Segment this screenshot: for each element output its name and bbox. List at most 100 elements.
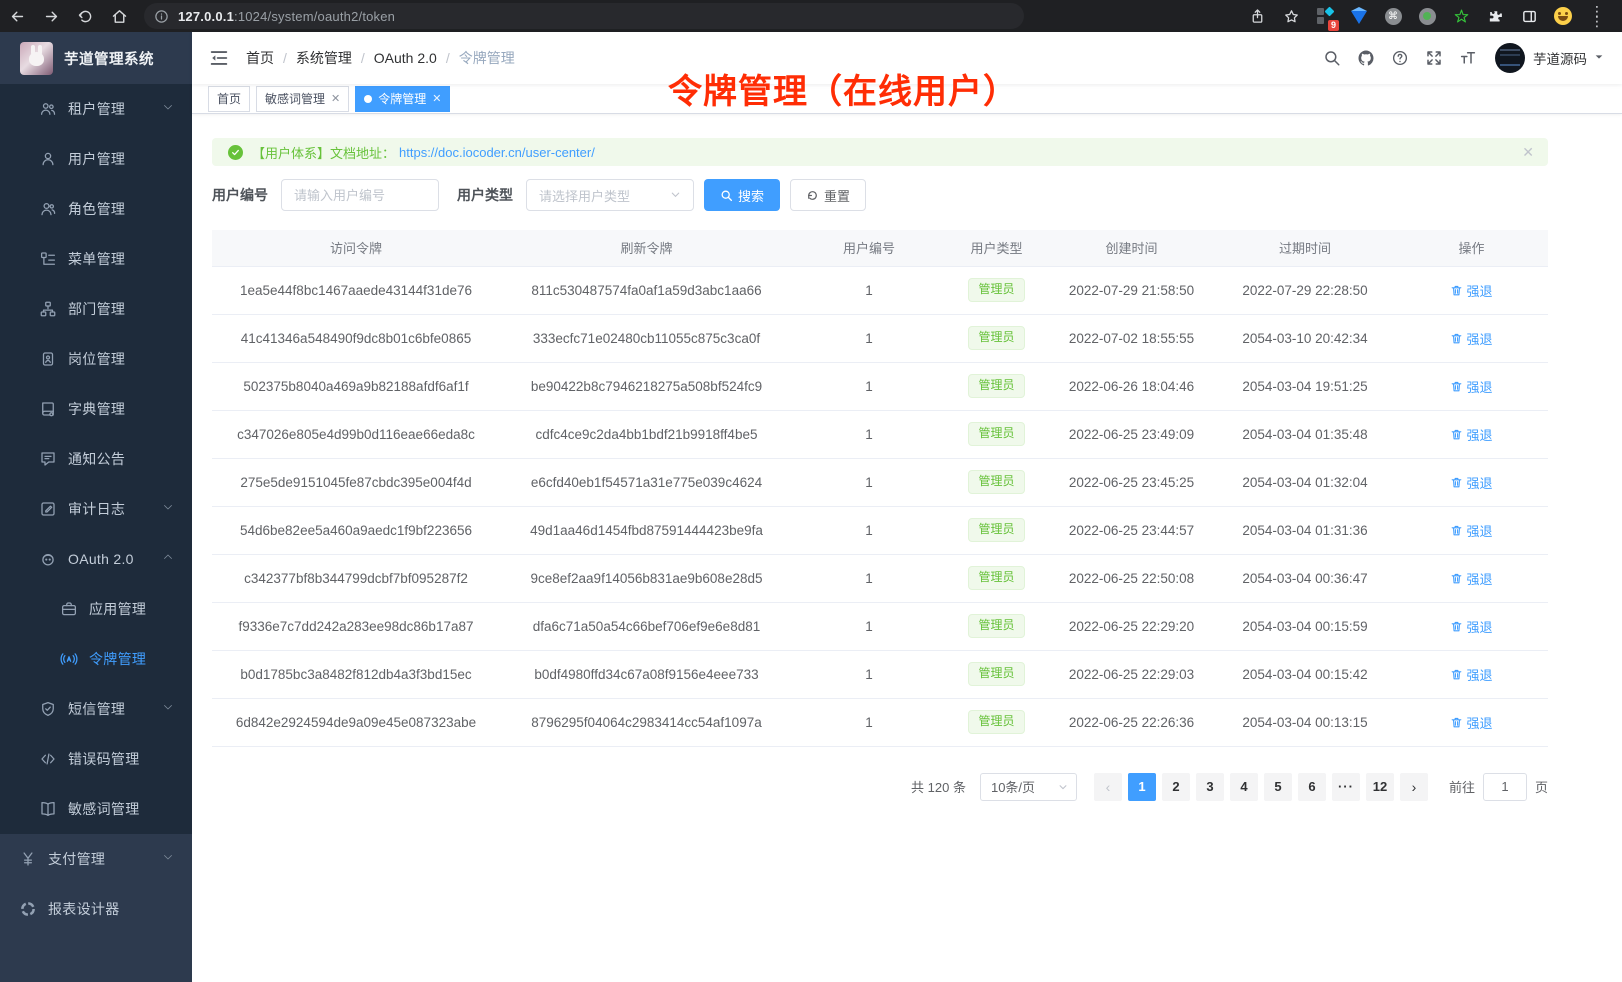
user-id-input[interactable] [281,179,439,211]
sidebar-item-oauth2-app[interactable]: 应用管理 [0,584,192,634]
browser-menu-icon[interactable]: ⋮⋮ [1580,0,1614,32]
font-size-icon[interactable] [1451,41,1485,75]
collapse-sidebar-icon[interactable] [208,47,230,69]
site-info-icon[interactable] [154,9,169,24]
github-icon[interactable] [1349,41,1383,75]
gem-extension-icon[interactable] [1342,0,1376,32]
record-extension-icon[interactable] [1410,0,1444,32]
tab-token[interactable]: 令牌管理✕ [355,86,450,112]
sidebar-item-report-designer[interactable]: 报表设计器 [0,884,192,934]
tab-sensitive-word[interactable]: 敏感词管理✕ [256,86,349,112]
user-name[interactable]: 芋道源码 [1533,48,1587,68]
page-button-12[interactable]: 12 [1366,773,1394,801]
breadcrumb-item[interactable]: OAuth 2.0 [374,50,437,66]
sidepanel-icon[interactable] [1512,0,1546,32]
sidebar-item-post[interactable]: 岗位管理 [0,334,192,384]
prev-page-button[interactable]: ‹ [1094,773,1122,801]
sidebar-item-error-code[interactable]: 错误码管理 [0,734,192,784]
help-icon[interactable] [1383,41,1417,75]
back-icon[interactable] [0,0,34,32]
sidebar-item-dept[interactable]: 部门管理 [0,284,192,334]
created-time-cell: 2022-07-29 21:58:50 [1048,266,1215,314]
logo-bar[interactable]: 芋道管理系统 [0,32,192,84]
breadcrumb-item[interactable]: 首页 [246,48,274,68]
alert-doc-link[interactable]: https://doc.iocoder.cn/user-center/ [399,145,595,160]
sidebar-item-sms[interactable]: 短信管理 [0,684,192,734]
page-ellipsis[interactable]: ··· [1332,773,1360,801]
share-icon[interactable] [1240,0,1274,32]
tree-icon [39,250,57,268]
force-logout-button[interactable]: 强退 [1450,377,1492,396]
bookmark-star-icon[interactable] [1274,0,1308,32]
user-icon [39,150,57,168]
yen-icon [19,850,37,868]
page-button-1[interactable]: 1 [1128,773,1156,801]
refresh-icon[interactable] [68,0,102,32]
force-logout-label: 强退 [1466,329,1492,348]
created-time-cell: 2022-07-02 18:55:55 [1048,314,1215,362]
page-button-2[interactable]: 2 [1162,773,1190,801]
sidebar-item-label: 租户管理 [68,99,125,119]
report-icon [19,900,37,918]
goto-page-input[interactable] [1483,773,1527,801]
sidebar-item-oauth2[interactable]: OAuth 2.0 [0,534,192,584]
user-type-cell: 管理员 [945,650,1048,698]
tab-close-icon[interactable]: ✕ [432,92,441,105]
force-logout-button[interactable]: 强退 [1450,665,1492,684]
user-type-select[interactable]: 请选择用户类型 [526,179,694,211]
refresh-token-cell: 811c530487574fa0af1a59d3abc1aa66 [500,266,793,314]
extension-blocks-icon[interactable]: 9 [1308,0,1342,32]
user-caret-icon[interactable] [1594,49,1604,67]
puzzle-extension-icon[interactable] [1478,0,1512,32]
sidebar-item-label: 应用管理 [89,599,146,619]
alert-message: 【用户体系】文档地址： [252,143,395,162]
tab-close-icon[interactable]: ✕ [331,92,340,105]
address-bar[interactable]: 127.0.0.1:1024/system/oauth2/token [144,3,1024,29]
star-extension-icon[interactable] [1444,0,1478,32]
action-cell: 强退 [1395,458,1548,506]
page-size-select[interactable]: 10条/页 [980,773,1077,801]
reset-button[interactable]: 重置 [790,179,866,211]
forward-icon[interactable] [34,0,68,32]
table-row: 1ea5e44f8bc1467aaede43144f31de76811c5304… [212,266,1548,314]
profile-avatar-icon[interactable] [1546,0,1580,32]
sidebar-item-label: 字典管理 [68,399,125,419]
alert-close-icon[interactable]: ✕ [1522,144,1534,161]
force-logout-button[interactable]: 强退 [1450,281,1492,300]
sidebar-item-menu[interactable]: 菜单管理 [0,234,192,284]
search-button[interactable]: 搜索 [704,179,780,211]
force-logout-button[interactable]: 强退 [1450,473,1492,492]
force-logout-button[interactable]: 强退 [1450,329,1492,348]
table-row: 54d6be82ee5a460a9aedc1f9bf22365649d1aa46… [212,506,1548,554]
force-logout-button[interactable]: 强退 [1450,425,1492,444]
force-logout-button[interactable]: 强退 [1450,713,1492,732]
page-button-4[interactable]: 4 [1230,773,1258,801]
page-button-3[interactable]: 3 [1196,773,1224,801]
sidebar-item-dict[interactable]: 字典管理 [0,384,192,434]
sidebar-item-pay[interactable]: 支付管理 [0,834,192,884]
force-logout-button[interactable]: 强退 [1450,521,1492,540]
pagination-total: 共 120 条 [911,777,966,796]
sidebar-item-user[interactable]: 用户管理 [0,134,192,184]
sidebar-item-sensitive-word[interactable]: 敏感词管理 [0,784,192,834]
command-extension-icon[interactable]: ⌘ [1376,0,1410,32]
column-header: 过期时间 [1215,230,1395,266]
doc-alert: 【用户体系】文档地址： https://doc.iocoder.cn/user-… [212,138,1548,166]
page-button-5[interactable]: 5 [1264,773,1292,801]
sidebar-item-notice[interactable]: 通知公告 [0,434,192,484]
header-search-icon[interactable] [1315,41,1349,75]
force-logout-button[interactable]: 强退 [1450,569,1492,588]
tab-home[interactable]: 首页 [208,86,250,112]
next-page-button[interactable]: › [1400,773,1428,801]
sidebar-item-role[interactable]: 角色管理 [0,184,192,234]
home-icon[interactable] [102,0,136,32]
page-button-6[interactable]: 6 [1298,773,1326,801]
user-avatar[interactable] [1495,43,1525,73]
fullscreen-icon[interactable] [1417,41,1451,75]
column-header: 操作 [1395,230,1548,266]
sidebar-item-tenant[interactable]: 租户管理 [0,84,192,134]
force-logout-button[interactable]: 强退 [1450,617,1492,636]
sidebar-item-audit-log[interactable]: 审计日志 [0,484,192,534]
breadcrumb-item[interactable]: 系统管理 [296,48,352,68]
sidebar-item-oauth2-token[interactable]: 令牌管理 [0,634,192,684]
